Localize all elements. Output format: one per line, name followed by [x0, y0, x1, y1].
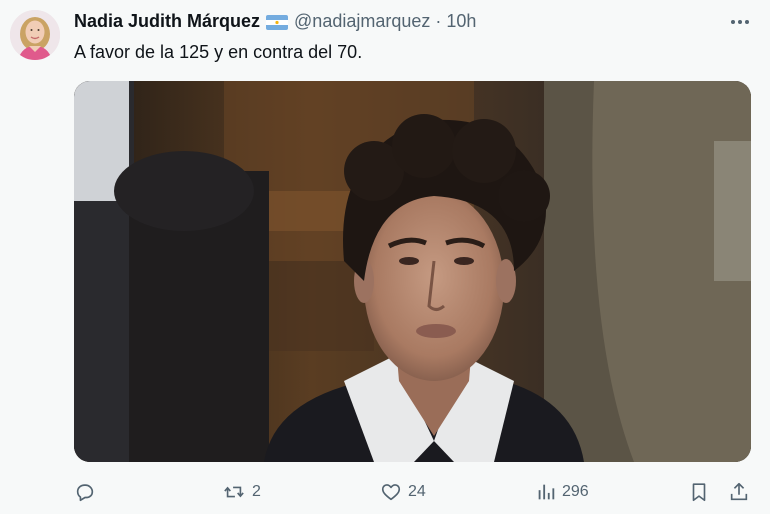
author-name[interactable]: Nadia Judith Márquez — [74, 11, 260, 32]
more-options-icon — [731, 20, 749, 24]
retweet-button[interactable]: 2 — [222, 478, 261, 506]
share-button[interactable] — [728, 478, 750, 506]
argentina-flag-icon — [266, 14, 289, 30]
views-button[interactable]: 296 — [536, 478, 589, 506]
tweet-timestamp[interactable]: 10h — [446, 11, 476, 32]
avatar-image — [10, 10, 60, 60]
author-handle[interactable]: @nadiajmarquez — [294, 11, 430, 32]
avatar[interactable] — [10, 10, 60, 60]
bookmark-icon — [692, 483, 706, 502]
like-count: 24 — [408, 483, 426, 500]
views-icon — [538, 484, 555, 500]
tweet-actions: 2 24 296 — [74, 478, 754, 506]
more-options-button[interactable] — [728, 12, 752, 32]
separator-dot: · — [435, 10, 442, 31]
tweet-header: Nadia Judith Márquez @nadiajmarquez · 10… — [74, 10, 476, 32]
views-count: 296 — [562, 483, 589, 500]
bookmark-button[interactable] — [688, 478, 710, 506]
tweet-image[interactable] — [74, 81, 751, 462]
share-icon — [730, 482, 748, 501]
tweet-text: A favor de la 125 y en contra del 70. — [74, 42, 363, 62]
like-button[interactable]: 24 — [380, 478, 426, 506]
photo — [74, 81, 751, 462]
reply-icon — [76, 484, 94, 502]
retweet-icon — [224, 486, 244, 498]
reply-button[interactable] — [74, 478, 102, 506]
heart-icon — [381, 484, 401, 501]
tweet-card[interactable]: Nadia Judith Márquez @nadiajmarquez · 10… — [0, 0, 770, 514]
retweet-count: 2 — [252, 483, 261, 500]
